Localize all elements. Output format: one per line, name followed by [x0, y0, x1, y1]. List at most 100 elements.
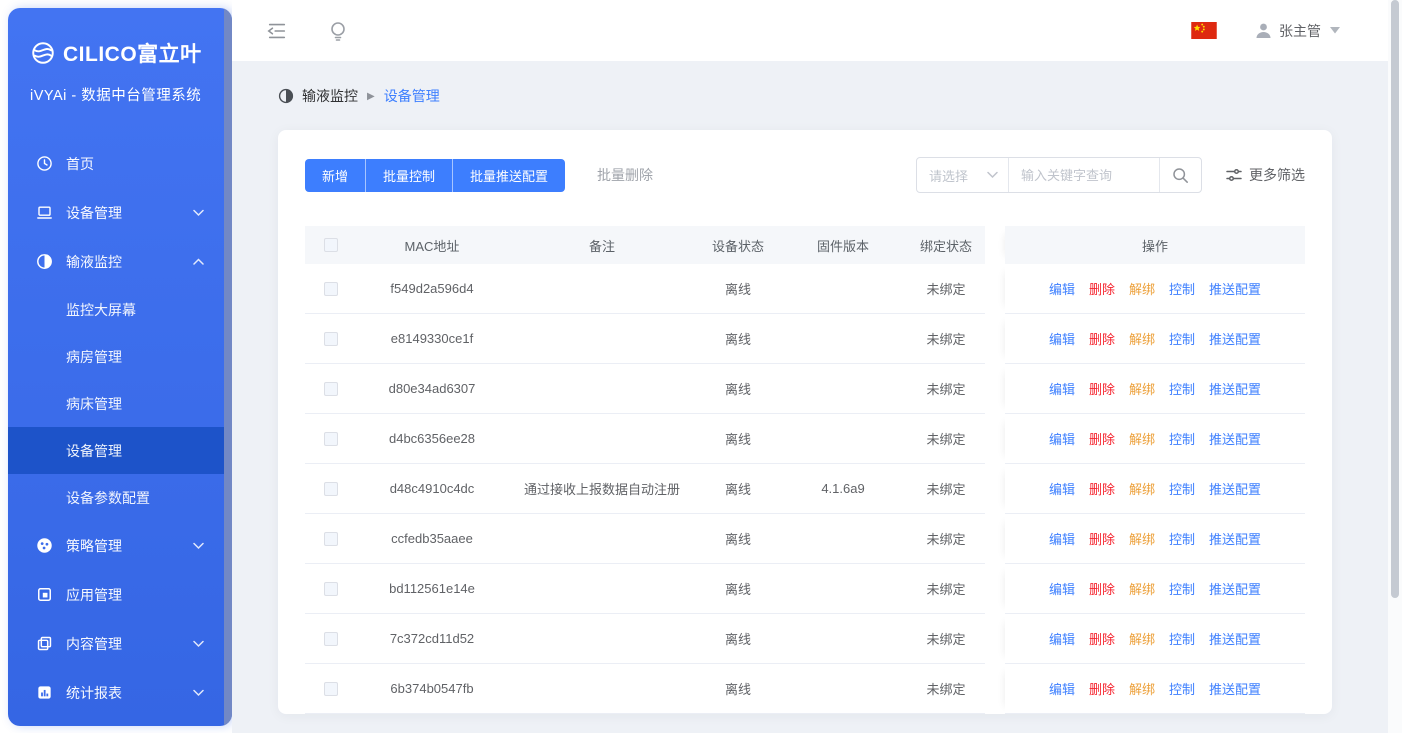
action-push-config-link[interactable]: 推送配置 [1209, 429, 1261, 448]
action-edit-link[interactable]: 编辑 [1049, 329, 1075, 348]
more-filters-button[interactable]: 更多筛选 [1226, 165, 1305, 185]
action-edit-link[interactable]: 编辑 [1049, 679, 1075, 698]
action-control-link[interactable]: 控制 [1169, 279, 1195, 298]
action-delete-link[interactable]: 删除 [1089, 529, 1115, 548]
action-delete-link[interactable]: 删除 [1089, 279, 1115, 298]
action-delete-link[interactable]: 删除 [1089, 329, 1115, 348]
action-control-link[interactable]: 控制 [1169, 379, 1195, 398]
action-unbind-link[interactable]: 解绑 [1129, 629, 1155, 648]
batch-push-config-button[interactable]: 批量推送配置 [452, 159, 565, 192]
row-checkbox[interactable] [324, 332, 338, 346]
column-header: 固件版本 [779, 236, 907, 255]
action-delete-link[interactable]: 删除 [1089, 629, 1115, 648]
user-avatar-icon [1255, 22, 1272, 39]
row-checkbox[interactable] [324, 382, 338, 396]
batch-delete-button[interactable]: 批量删除 [597, 165, 653, 185]
sidebar-item-label: 应用管理 [66, 585, 212, 605]
row-checkbox[interactable] [324, 482, 338, 496]
action-control-link[interactable]: 控制 [1169, 329, 1195, 348]
action-edit-link[interactable]: 编辑 [1049, 379, 1075, 398]
lightbulb-icon[interactable] [328, 20, 348, 42]
row-checkbox[interactable] [324, 582, 338, 596]
action-delete-link[interactable]: 删除 [1089, 679, 1115, 698]
sidebar-item-app[interactable]: 应用管理 [8, 570, 232, 619]
action-unbind-link[interactable]: 解绑 [1129, 479, 1155, 498]
cell-firmware [779, 314, 907, 363]
action-control-link[interactable]: 控制 [1169, 529, 1195, 548]
action-push-config-link[interactable]: 推送配置 [1209, 379, 1261, 398]
action-delete-link[interactable]: 删除 [1089, 579, 1115, 598]
sidebar-subitem[interactable]: 病床管理 [8, 380, 232, 427]
cell-binding-status: 未绑定 [907, 364, 985, 413]
action-push-config-link[interactable]: 推送配置 [1209, 279, 1261, 298]
search-button[interactable] [1159, 158, 1201, 192]
action-delete-link[interactable]: 删除 [1089, 479, 1115, 498]
action-control-link[interactable]: 控制 [1169, 579, 1195, 598]
sidebar-item-home[interactable]: 首页 [8, 139, 232, 188]
action-unbind-link[interactable]: 解绑 [1129, 679, 1155, 698]
sidebar-item-device[interactable]: 设备管理 [8, 188, 232, 237]
breadcrumb-page-link[interactable]: 设备管理 [384, 86, 440, 106]
user-menu[interactable]: 张主管 [1255, 21, 1340, 41]
table-row: e8149330ce1f离线未绑定编辑删除解绑控制推送配置 [305, 314, 1332, 364]
action-edit-link[interactable]: 编辑 [1049, 629, 1075, 648]
action-edit-link[interactable]: 编辑 [1049, 529, 1075, 548]
cell-remark [507, 414, 697, 463]
action-push-config-link[interactable]: 推送配置 [1209, 479, 1261, 498]
action-edit-link[interactable]: 编辑 [1049, 579, 1075, 598]
select-all-checkbox[interactable] [324, 238, 338, 252]
sidebar-item-report[interactable]: 统计报表 [8, 668, 232, 717]
action-unbind-link[interactable]: 解绑 [1129, 329, 1155, 348]
action-control-link[interactable]: 控制 [1169, 679, 1195, 698]
search-input[interactable] [1009, 158, 1159, 192]
action-push-config-link[interactable]: 推送配置 [1209, 679, 1261, 698]
action-control-link[interactable]: 控制 [1169, 479, 1195, 498]
batch-control-button[interactable]: 批量控制 [365, 159, 452, 192]
action-edit-link[interactable]: 编辑 [1049, 279, 1075, 298]
flag-china-icon[interactable] [1191, 22, 1217, 39]
action-unbind-link[interactable]: 解绑 [1129, 579, 1155, 598]
add-button[interactable]: 新增 [305, 159, 365, 192]
cell-remark [507, 564, 697, 613]
row-checkbox[interactable] [324, 532, 338, 546]
action-push-config-link[interactable]: 推送配置 [1209, 329, 1261, 348]
main-content: 输液监控 ▶ 设备管理 新增批量控制批量推送配置 批量删除 请选择 [232, 61, 1388, 733]
scrollbar-thumb[interactable] [1391, 0, 1399, 598]
action-edit-link[interactable]: 编辑 [1049, 479, 1075, 498]
row-checkbox[interactable] [324, 632, 338, 646]
action-push-config-link[interactable]: 推送配置 [1209, 579, 1261, 598]
sidebar-item-content[interactable]: 内容管理 [8, 619, 232, 668]
sidebar-subitem-active[interactable]: 设备管理 [8, 427, 232, 474]
action-delete-link[interactable]: 删除 [1089, 429, 1115, 448]
action-unbind-link[interactable]: 解绑 [1129, 429, 1155, 448]
sidebar-subitem[interactable]: 设备参数配置 [8, 474, 232, 521]
action-push-config-link[interactable]: 推送配置 [1209, 529, 1261, 548]
row-checkbox[interactable] [324, 282, 338, 296]
page-scrollbar[interactable] [1388, 0, 1402, 733]
action-delete-link[interactable]: 删除 [1089, 379, 1115, 398]
sidebar-subitem[interactable]: 病房管理 [8, 333, 232, 380]
row-checkbox[interactable] [324, 682, 338, 696]
action-unbind-link[interactable]: 解绑 [1129, 279, 1155, 298]
table-row: 7c372cd11d52离线未绑定编辑删除解绑控制推送配置 [305, 614, 1332, 664]
cell-binding-status: 未绑定 [907, 414, 985, 463]
sidebar-item-infusion[interactable]: 输液监控 [8, 237, 232, 286]
cell-firmware [779, 664, 907, 713]
action-push-config-link[interactable]: 推送配置 [1209, 629, 1261, 648]
action-control-link[interactable]: 控制 [1169, 629, 1195, 648]
collapse-menu-icon[interactable] [266, 20, 288, 42]
sidebar-item-strategy[interactable]: 策略管理 [8, 521, 232, 570]
report-icon [36, 684, 53, 701]
sidebar-item-label: 输液监控 [66, 252, 193, 272]
row-checkbox[interactable] [324, 432, 338, 446]
filter-select[interactable]: 请选择 [917, 158, 1009, 192]
search-combo: 请选择 [916, 157, 1202, 193]
action-unbind-link[interactable]: 解绑 [1129, 529, 1155, 548]
brand-logo-icon [30, 40, 56, 66]
action-control-link[interactable]: 控制 [1169, 429, 1195, 448]
action-edit-link[interactable]: 编辑 [1049, 429, 1075, 448]
sidebar-scrollbar[interactable] [224, 8, 232, 726]
action-unbind-link[interactable]: 解绑 [1129, 379, 1155, 398]
app-subtitle: iVYAi - 数据中台管理系统 [8, 68, 232, 105]
sidebar-subitem[interactable]: 监控大屏幕 [8, 286, 232, 333]
